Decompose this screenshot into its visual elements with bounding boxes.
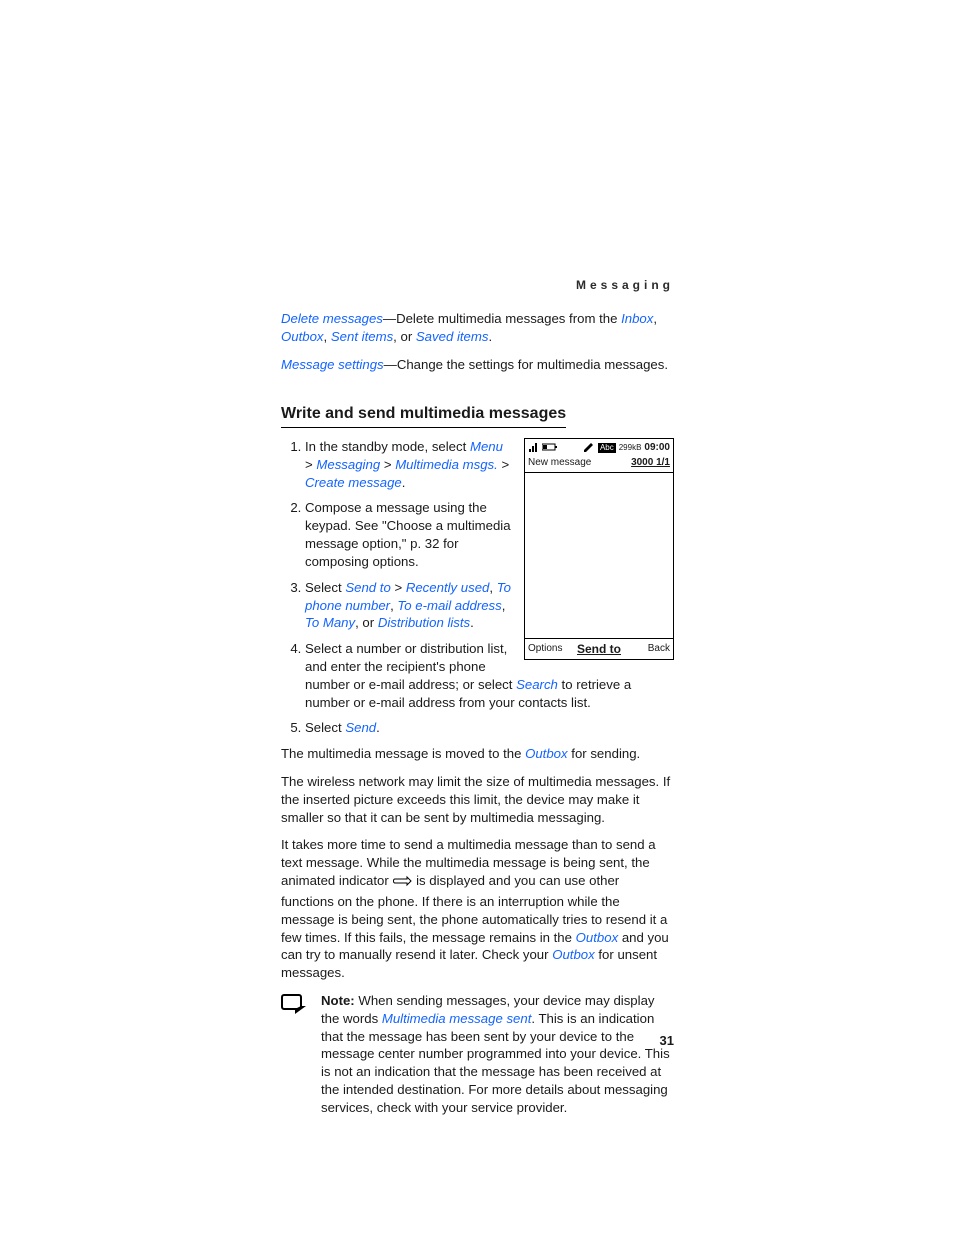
text: > xyxy=(380,457,395,472)
text: , or xyxy=(393,329,416,344)
text: > xyxy=(305,457,316,472)
text: for sending. xyxy=(568,746,641,761)
saved-items-link[interactable]: Saved items xyxy=(416,329,489,344)
send-to-link[interactable]: Send to xyxy=(345,580,390,595)
send-link[interactable]: Send xyxy=(345,720,376,735)
delete-messages-para: Delete messages—Delete multimedia messag… xyxy=(281,310,674,346)
inbox-link[interactable]: Inbox xyxy=(621,311,653,326)
signal-icon xyxy=(528,441,538,455)
text: . xyxy=(376,720,380,735)
softkey-left: Options xyxy=(528,642,575,656)
pencil-icon xyxy=(583,441,595,455)
outbox-link-3[interactable]: Outbox xyxy=(576,930,619,945)
phone-title-left: New message xyxy=(528,456,591,470)
phone-title-right: 3000 1/1 xyxy=(631,456,670,470)
abc-indicator: Abc xyxy=(598,443,616,453)
network-limit-para: The wireless network may limit the size … xyxy=(281,773,674,826)
section-heading: Write and send multimedia messages xyxy=(281,403,566,428)
text: Select xyxy=(305,720,345,735)
text: . This is an indication that the message… xyxy=(321,1011,670,1115)
delete-messages-link[interactable]: Delete messages xyxy=(281,311,383,326)
text: > xyxy=(498,457,509,472)
running-header: Messaging xyxy=(281,278,674,292)
message-settings-para: Message settings—Change the settings for… xyxy=(281,356,674,374)
message-settings-link[interactable]: Message settings xyxy=(281,357,384,372)
multimedia-message-sent-link[interactable]: Multimedia message sent xyxy=(382,1011,532,1026)
text: Select xyxy=(305,580,345,595)
text: —Delete multimedia messages from the xyxy=(383,311,621,326)
phone-body xyxy=(525,473,673,638)
text: . xyxy=(488,329,492,344)
page-number: 31 xyxy=(660,1033,674,1048)
sent-items-link[interactable]: Sent items xyxy=(331,329,393,344)
to-many-link[interactable]: To Many xyxy=(305,615,355,630)
softkey-center: Send to xyxy=(575,641,622,657)
text: , xyxy=(489,580,496,595)
outbox-link-4[interactable]: Outbox xyxy=(552,947,595,962)
text: . xyxy=(470,615,474,630)
animated-indicator-icon xyxy=(392,874,412,893)
phone-screenshot: Abc 299kB 09:00 New message 3000 1/1 Opt… xyxy=(524,438,674,660)
battery-icon xyxy=(542,443,558,453)
note-label: Note: xyxy=(321,993,355,1008)
time-indicator: 09:00 xyxy=(644,443,670,453)
text: , xyxy=(502,598,506,613)
search-link[interactable]: Search xyxy=(516,677,558,692)
outbox-link[interactable]: Outbox xyxy=(281,329,324,344)
softkey-right: Back xyxy=(623,642,670,656)
note-block: Note: When sending messages, your device… xyxy=(281,992,674,1117)
note-text: Note: When sending messages, your device… xyxy=(321,992,674,1117)
to-email-address-link[interactable]: To e-mail address xyxy=(397,598,501,613)
moved-to-outbox-para: The multimedia message is moved to the O… xyxy=(281,745,674,763)
text: , xyxy=(324,329,331,344)
phone-title-bar: New message 3000 1/1 xyxy=(525,455,673,473)
text: The multimedia message is moved to the xyxy=(281,746,525,761)
note-icon xyxy=(281,992,309,1117)
sending-time-para: It takes more time to send a multimedia … xyxy=(281,836,674,982)
text: —Change the settings for multimedia mess… xyxy=(384,357,668,372)
phone-softkeys: Options Send to Back xyxy=(525,638,673,659)
text: , or xyxy=(355,615,378,630)
recently-used-link[interactable]: Recently used xyxy=(406,580,490,595)
multimedia-msgs-link[interactable]: Multimedia msgs. xyxy=(395,457,498,472)
phone-status-bar: Abc 299kB 09:00 xyxy=(525,439,673,455)
size-indicator: 299kB xyxy=(619,444,642,452)
create-message-link[interactable]: Create message xyxy=(305,475,402,490)
outbox-link-2[interactable]: Outbox xyxy=(525,746,568,761)
text: , xyxy=(653,311,657,326)
distribution-lists-link[interactable]: Distribution lists xyxy=(378,615,470,630)
text: > xyxy=(391,580,406,595)
messaging-link[interactable]: Messaging xyxy=(316,457,380,472)
menu-link[interactable]: Menu xyxy=(470,439,503,454)
text: Select a number or distribution list, an… xyxy=(305,641,516,692)
text: . xyxy=(402,475,406,490)
step-5: Select Send. xyxy=(305,719,674,737)
text: In the standby mode, select xyxy=(305,439,470,454)
